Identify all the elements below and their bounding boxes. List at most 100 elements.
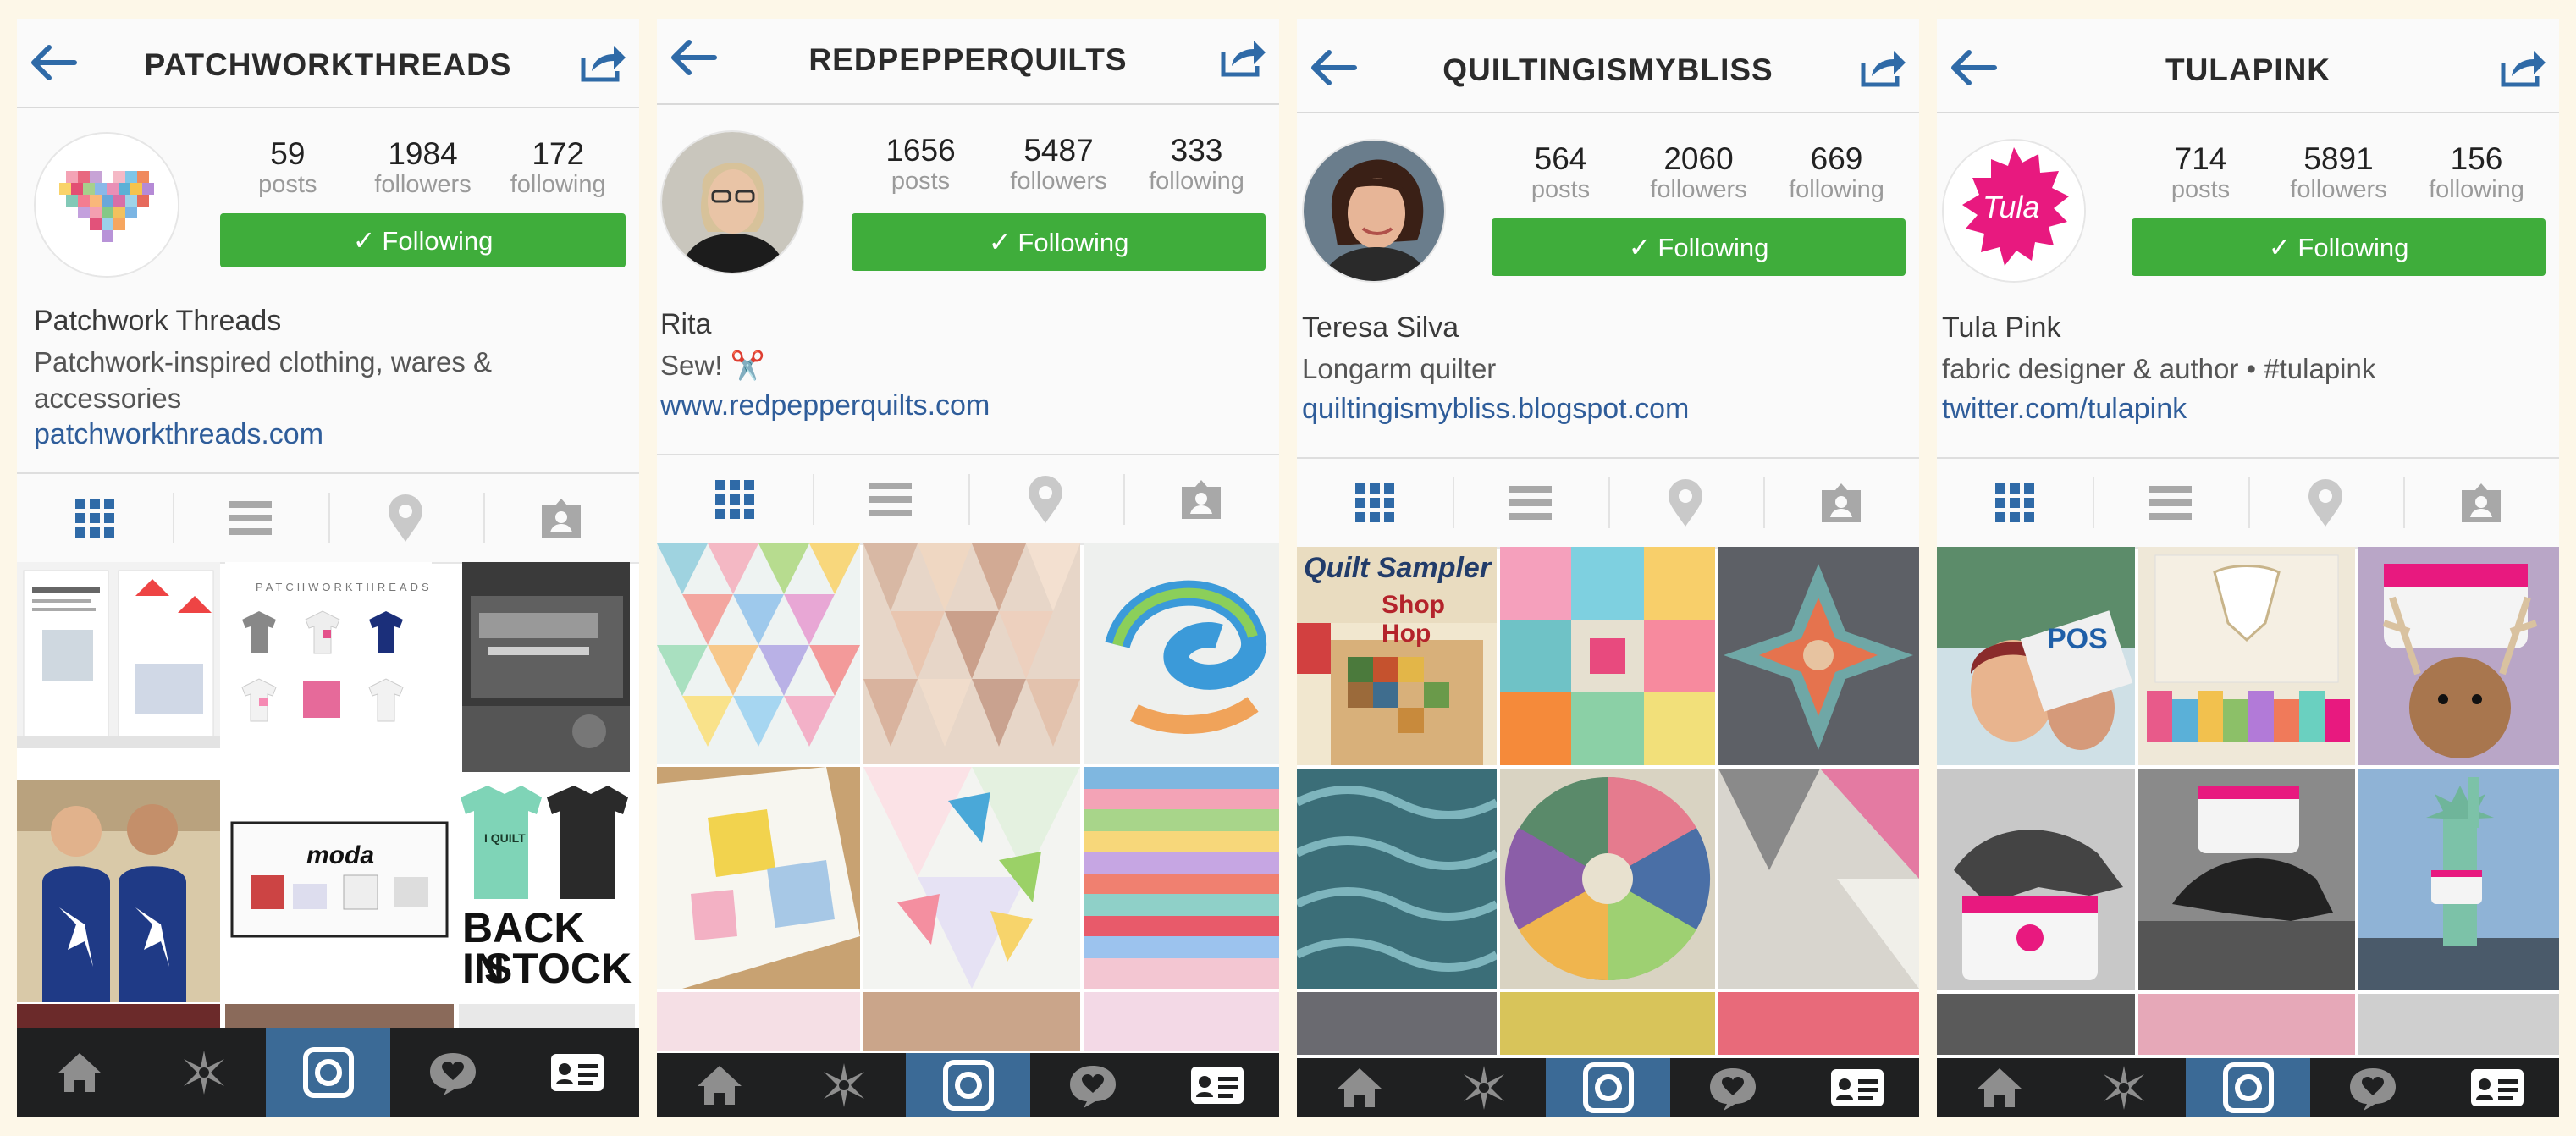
tab-grid[interactable] xyxy=(1297,459,1453,547)
photo-thumbnail[interactable] xyxy=(2138,769,2355,990)
share-icon[interactable] xyxy=(1858,49,1907,88)
nav-camera[interactable] xyxy=(906,1053,1030,1117)
photo-thumbnail[interactable] xyxy=(1084,543,1279,764)
followers-count[interactable]: 1984 followers xyxy=(356,137,491,199)
nav-camera[interactable] xyxy=(1546,1058,1670,1117)
photo-thumbnail[interactable] xyxy=(657,543,860,764)
nav-activity[interactable] xyxy=(1670,1058,1795,1117)
tab-tagged[interactable] xyxy=(1123,455,1279,543)
share-icon[interactable] xyxy=(578,44,627,83)
photo-thumbnail[interactable] xyxy=(1937,994,2135,1055)
share-icon[interactable] xyxy=(1218,39,1267,78)
photo-thumbnail[interactable]: PATCHWORKTHREADS xyxy=(225,562,432,765)
nav-camera[interactable] xyxy=(2186,1058,2310,1117)
tab-location[interactable] xyxy=(968,455,1124,543)
photo-thumbnail[interactable] xyxy=(1718,769,1919,989)
following-button[interactable]: ✓ Following xyxy=(852,213,1266,271)
back-arrow-icon[interactable] xyxy=(30,44,78,81)
nav-home[interactable] xyxy=(1937,1058,2061,1117)
photo-thumbnail[interactable] xyxy=(2138,547,2355,765)
tab-grid[interactable] xyxy=(657,455,813,543)
profile-website-link[interactable]: quiltingismybliss.blogspot.com xyxy=(1302,393,1689,426)
photo-thumbnail[interactable] xyxy=(657,992,860,1051)
tab-grid[interactable] xyxy=(1937,459,2093,547)
back-arrow-icon[interactable] xyxy=(670,39,718,76)
tab-list[interactable] xyxy=(812,455,968,543)
photo-thumbnail[interactable]: moda xyxy=(225,816,454,943)
photo-thumbnail[interactable] xyxy=(17,562,220,748)
photo-thumbnail[interactable] xyxy=(1297,992,1497,1055)
posts-count[interactable]: 714 posts xyxy=(2132,142,2270,204)
tab-grid[interactable] xyxy=(17,474,173,562)
posts-count[interactable]: 564 posts xyxy=(1492,142,1630,204)
share-icon[interactable] xyxy=(2498,49,2547,88)
nav-explore[interactable] xyxy=(2061,1058,2186,1117)
photo-thumbnail[interactable] xyxy=(1937,769,2135,990)
posts-count[interactable]: 1656 posts xyxy=(852,134,990,196)
photo-thumbnail[interactable] xyxy=(1500,547,1715,765)
back-arrow-icon[interactable] xyxy=(1310,49,1358,86)
following-count[interactable]: 669 following xyxy=(1768,142,1906,204)
nav-activity[interactable] xyxy=(1030,1053,1155,1117)
nav-profile[interactable] xyxy=(2435,1058,2559,1117)
following-button[interactable]: ✓ Following xyxy=(1492,218,1906,276)
nav-profile[interactable] xyxy=(1155,1053,1279,1117)
profile-website-link[interactable]: twitter.com/tulapink xyxy=(1942,393,2187,426)
photo-thumbnail[interactable] xyxy=(863,543,1080,764)
photo-thumbnail[interactable] xyxy=(462,562,630,772)
tab-list[interactable] xyxy=(2092,459,2248,547)
tab-tagged[interactable] xyxy=(483,474,639,562)
photo-thumbnail[interactable] xyxy=(1084,992,1279,1051)
photo-thumbnail[interactable]: Quilt Sampler Shop Hop xyxy=(1297,547,1497,765)
tab-list[interactable] xyxy=(1452,459,1608,547)
avatar[interactable] xyxy=(1302,139,1446,283)
photo-thumbnail[interactable]: I QUILT BACK IN STOCK xyxy=(454,780,635,1002)
nav-profile[interactable] xyxy=(1795,1058,1919,1117)
tab-location[interactable] xyxy=(2248,459,2404,547)
tab-tagged[interactable] xyxy=(2403,459,2559,547)
photo-thumbnail[interactable] xyxy=(1297,769,1497,989)
following-button[interactable]: ✓ Following xyxy=(220,213,626,267)
followers-count[interactable]: 5487 followers xyxy=(990,134,1128,196)
photo-thumbnail[interactable] xyxy=(1718,992,1919,1055)
nav-explore[interactable] xyxy=(781,1053,906,1117)
photo-thumbnail[interactable] xyxy=(863,767,1080,989)
photo-thumbnail[interactable] xyxy=(17,780,220,1002)
photo-thumbnail[interactable] xyxy=(657,767,860,989)
nav-camera[interactable] xyxy=(266,1028,390,1117)
posts-count[interactable]: 59 posts xyxy=(220,137,356,199)
photo-thumbnail[interactable] xyxy=(2358,547,2559,765)
nav-explore[interactable] xyxy=(1421,1058,1546,1117)
profile-website-link[interactable]: www.redpepperquilts.com xyxy=(660,389,990,422)
tab-tagged[interactable] xyxy=(1763,459,1919,547)
photo-thumbnail[interactable] xyxy=(1500,769,1715,989)
photo-thumbnail[interactable] xyxy=(2358,769,2559,990)
followers-count[interactable]: 2060 followers xyxy=(1630,142,1768,204)
photo-thumbnail[interactable] xyxy=(2138,994,2355,1055)
avatar[interactable] xyxy=(34,132,179,278)
nav-home[interactable] xyxy=(657,1053,781,1117)
nav-home[interactable] xyxy=(1297,1058,1421,1117)
following-count[interactable]: 156 following xyxy=(2408,142,2546,204)
nav-profile[interactable] xyxy=(515,1028,639,1117)
photo-thumbnail[interactable] xyxy=(1718,547,1919,765)
nav-explore[interactable] xyxy=(141,1028,266,1117)
back-arrow-icon[interactable] xyxy=(1950,49,1998,86)
nav-activity[interactable] xyxy=(390,1028,515,1117)
profile-website-link[interactable]: patchworkthreads.com xyxy=(34,418,323,451)
nav-activity[interactable] xyxy=(2310,1058,2435,1117)
following-button[interactable]: ✓ Following xyxy=(2132,218,2546,276)
photo-thumbnail[interactable] xyxy=(2358,994,2559,1055)
photo-thumbnail[interactable] xyxy=(1084,767,1279,989)
photo-thumbnail[interactable] xyxy=(863,992,1080,1051)
following-count[interactable]: 333 following xyxy=(1128,134,1266,196)
nav-home[interactable] xyxy=(17,1028,141,1117)
tab-location[interactable] xyxy=(328,474,484,562)
tab-list[interactable] xyxy=(172,474,328,562)
photo-thumbnail[interactable]: POS xyxy=(1937,547,2135,765)
photo-thumbnail[interactable] xyxy=(1500,992,1715,1055)
avatar[interactable]: Tula xyxy=(1942,139,2086,283)
following-count[interactable]: 172 following xyxy=(490,137,626,199)
tab-location[interactable] xyxy=(1608,459,1764,547)
avatar[interactable] xyxy=(660,130,804,274)
